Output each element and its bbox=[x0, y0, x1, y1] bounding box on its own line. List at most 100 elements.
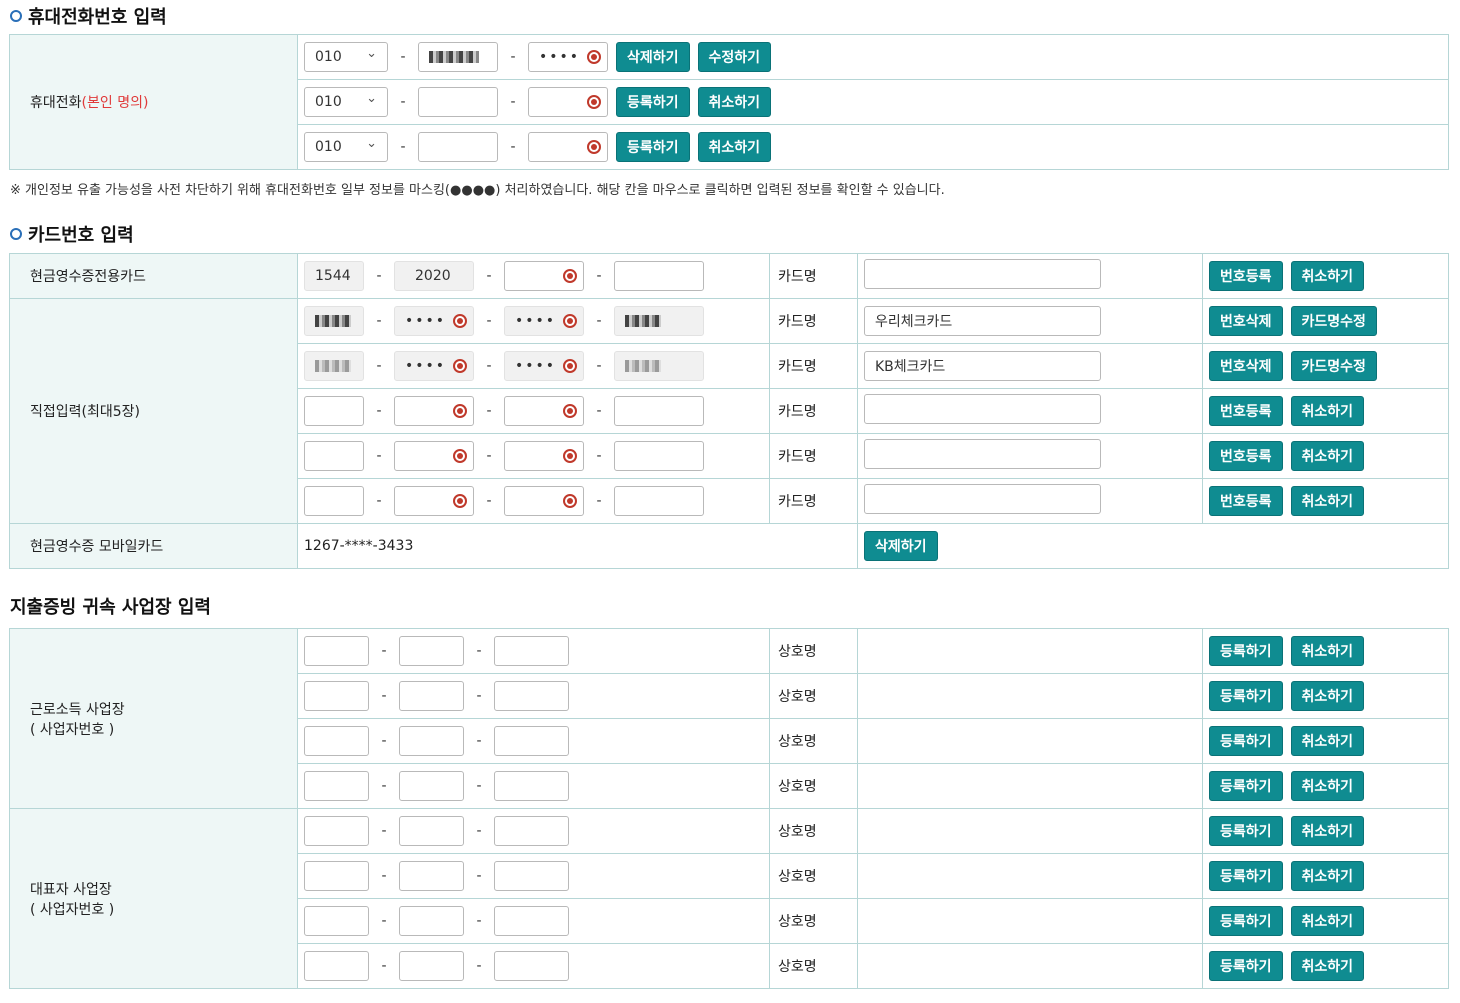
biz-cancel-button[interactable]: 취소하기 bbox=[1290, 816, 1365, 846]
eye-icon[interactable] bbox=[563, 449, 577, 463]
card-part2-input[interactable]: •••• bbox=[394, 306, 474, 336]
biz-number-part2-input[interactable] bbox=[399, 681, 464, 711]
card-part3-input[interactable]: •••• bbox=[504, 351, 584, 381]
biz-number-part1-input[interactable] bbox=[304, 906, 369, 936]
biz-number-part1-input[interactable] bbox=[304, 861, 369, 891]
biz-cancel-button[interactable]: 취소하기 bbox=[1290, 726, 1365, 756]
card-cancel-button[interactable]: 취소하기 bbox=[1290, 396, 1365, 426]
biz-cancel-button[interactable]: 취소하기 bbox=[1290, 906, 1365, 936]
biz-register-button[interactable]: 등록하기 bbox=[1209, 681, 1283, 711]
biz-register-button[interactable]: 등록하기 bbox=[1209, 951, 1283, 981]
card-register-button[interactable]: 번호등록 bbox=[1209, 261, 1283, 291]
biz-number-part3-input[interactable] bbox=[494, 681, 569, 711]
biz-number-part2-input[interactable] bbox=[399, 861, 464, 891]
biz-number-part2-input[interactable] bbox=[399, 951, 464, 981]
biz-number-part1-input[interactable] bbox=[304, 951, 369, 981]
biz-register-button[interactable]: 등록하기 bbox=[1209, 726, 1283, 756]
card-name-edit-button[interactable]: 카드명수정 bbox=[1290, 351, 1377, 381]
phone-mid-input[interactable] bbox=[418, 87, 498, 117]
mobile-card-delete-button[interactable]: 삭제하기 bbox=[864, 531, 938, 561]
card-part4-input[interactable] bbox=[614, 306, 704, 336]
phone-cancel-button[interactable]: 취소하기 bbox=[697, 87, 772, 117]
card-part1-input[interactable] bbox=[304, 441, 364, 471]
biz-number-part1-input[interactable] bbox=[304, 681, 369, 711]
card-part3-input[interactable] bbox=[504, 486, 584, 516]
card-name-input[interactable] bbox=[864, 259, 1101, 289]
eye-icon[interactable] bbox=[563, 494, 577, 508]
eye-icon[interactable] bbox=[453, 314, 467, 328]
card-part1-input[interactable] bbox=[304, 396, 364, 426]
card-part3-input[interactable] bbox=[504, 396, 584, 426]
biz-number-part2-input[interactable] bbox=[399, 726, 464, 756]
card-part3-input[interactable]: •••• bbox=[504, 306, 584, 336]
biz-number-part1-input[interactable] bbox=[304, 771, 369, 801]
biz-number-part3-input[interactable] bbox=[494, 861, 569, 891]
card-name-input[interactable] bbox=[864, 439, 1101, 469]
biz-register-button[interactable]: 등록하기 bbox=[1209, 861, 1283, 891]
card-part4-input[interactable] bbox=[614, 351, 704, 381]
card-name-edit-button[interactable]: 카드명수정 bbox=[1290, 306, 1377, 336]
eye-icon[interactable] bbox=[587, 140, 601, 154]
eye-icon[interactable] bbox=[587, 50, 601, 64]
phone-mid-input[interactable] bbox=[418, 42, 498, 72]
biz-number-part3-input[interactable] bbox=[494, 771, 569, 801]
phone-prefix-select[interactable]: 010 bbox=[304, 42, 388, 72]
card-register-button[interactable]: 번호등록 bbox=[1209, 486, 1283, 516]
card-part2-input[interactable]: •••• bbox=[394, 351, 474, 381]
card-part1-input[interactable] bbox=[304, 351, 364, 381]
biz-number-part2-input[interactable] bbox=[399, 636, 464, 666]
phone-edit-button[interactable]: 수정하기 bbox=[697, 42, 772, 72]
biz-number-part2-input[interactable] bbox=[399, 906, 464, 936]
card-register-button[interactable]: 번호등록 bbox=[1209, 441, 1283, 471]
card-part2-input[interactable] bbox=[394, 486, 474, 516]
card-part2-input[interactable]: 2020 bbox=[394, 261, 474, 291]
biz-number-part2-input[interactable] bbox=[399, 771, 464, 801]
card-cancel-button[interactable]: 취소하기 bbox=[1290, 441, 1365, 471]
biz-number-part3-input[interactable] bbox=[494, 906, 569, 936]
biz-register-button[interactable]: 등록하기 bbox=[1209, 771, 1283, 801]
eye-icon[interactable] bbox=[453, 359, 467, 373]
card-part1-input[interactable]: 1544 bbox=[304, 261, 364, 291]
phone-mid-input[interactable] bbox=[418, 132, 498, 162]
eye-icon[interactable] bbox=[453, 449, 467, 463]
eye-icon[interactable] bbox=[563, 314, 577, 328]
card-name-input[interactable] bbox=[864, 394, 1101, 424]
card-delete-button[interactable]: 번호삭제 bbox=[1209, 351, 1283, 381]
eye-icon[interactable] bbox=[563, 359, 577, 373]
biz-number-part3-input[interactable] bbox=[494, 726, 569, 756]
card-part1-input[interactable] bbox=[304, 306, 364, 336]
biz-cancel-button[interactable]: 취소하기 bbox=[1290, 681, 1365, 711]
eye-icon[interactable] bbox=[563, 404, 577, 418]
eye-icon[interactable] bbox=[563, 269, 577, 283]
card-delete-button[interactable]: 번호삭제 bbox=[1209, 306, 1283, 336]
card-name-input[interactable]: 우리체크카드 bbox=[864, 306, 1101, 336]
phone-register-button[interactable]: 등록하기 bbox=[616, 87, 690, 117]
card-part4-input[interactable] bbox=[614, 261, 704, 291]
card-part2-input[interactable] bbox=[394, 396, 474, 426]
card-part4-input[interactable] bbox=[614, 396, 704, 426]
eye-icon[interactable] bbox=[453, 404, 467, 418]
phone-prefix-select[interactable]: 010 bbox=[304, 87, 388, 117]
biz-cancel-button[interactable]: 취소하기 bbox=[1290, 771, 1365, 801]
card-part4-input[interactable] bbox=[614, 486, 704, 516]
biz-cancel-button[interactable]: 취소하기 bbox=[1290, 861, 1365, 891]
biz-number-part1-input[interactable] bbox=[304, 636, 369, 666]
biz-cancel-button[interactable]: 취소하기 bbox=[1290, 951, 1365, 981]
card-register-button[interactable]: 번호등록 bbox=[1209, 396, 1283, 426]
biz-number-part3-input[interactable] bbox=[494, 951, 569, 981]
biz-number-part2-input[interactable] bbox=[399, 816, 464, 846]
card-name-input[interactable]: KB체크카드 bbox=[864, 351, 1101, 381]
phone-last-input[interactable] bbox=[528, 132, 608, 162]
card-part3-input[interactable] bbox=[504, 261, 584, 291]
biz-number-part1-input[interactable] bbox=[304, 816, 369, 846]
phone-last-input[interactable]: •••• bbox=[528, 42, 608, 72]
biz-number-part3-input[interactable] bbox=[494, 816, 569, 846]
card-part3-input[interactable] bbox=[504, 441, 584, 471]
card-cancel-button[interactable]: 취소하기 bbox=[1290, 261, 1365, 291]
card-part4-input[interactable] bbox=[614, 441, 704, 471]
phone-register-button[interactable]: 등록하기 bbox=[616, 132, 690, 162]
biz-number-part1-input[interactable] bbox=[304, 726, 369, 756]
biz-register-button[interactable]: 등록하기 bbox=[1209, 816, 1283, 846]
eye-icon[interactable] bbox=[453, 494, 467, 508]
biz-cancel-button[interactable]: 취소하기 bbox=[1290, 636, 1365, 666]
